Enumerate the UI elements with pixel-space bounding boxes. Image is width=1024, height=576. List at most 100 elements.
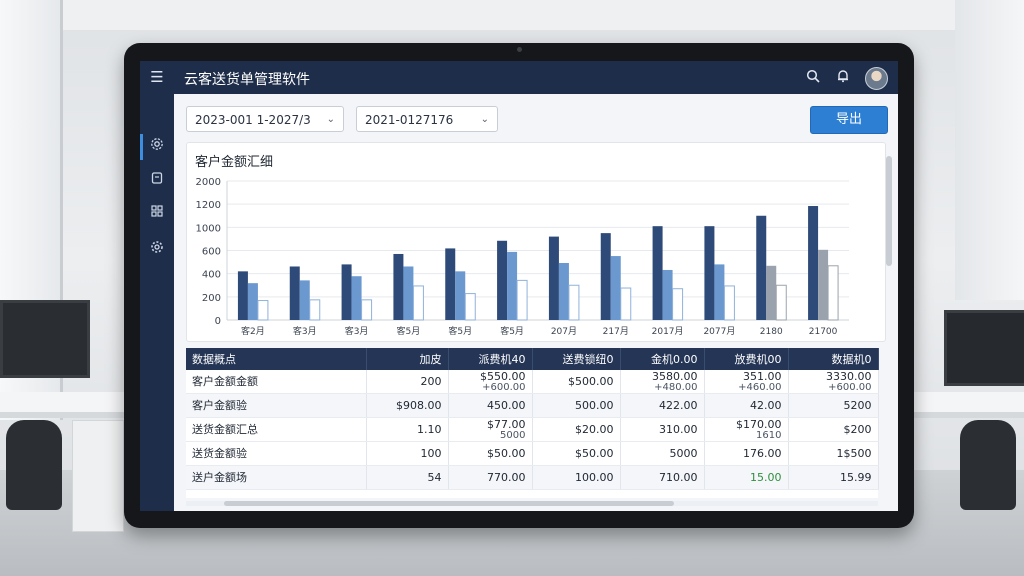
menu-icon[interactable]: ☰ [148,68,166,86]
table-cell: 5200 [788,393,879,418]
horizontal-scrollbar[interactable] [224,501,674,506]
cell-subvalue: +600.00 [828,381,872,393]
bar [497,240,508,320]
y-tick-label: 400 [202,270,221,281]
vertical-scrollbar[interactable] [886,156,892,266]
column-header[interactable]: 送费锁纽0 [532,348,621,370]
table-cell: $200 [788,417,879,442]
table-cell: $500.00 [532,370,621,394]
table-cell: 客户金额金额 [186,370,367,394]
camera-icon [517,47,522,52]
x-tick-label: 2077月 [703,326,735,337]
app-screen: ☰ 云客送货单管理软件 2023-001 1-2027/3 ⌄ 2021-012… [140,61,898,511]
bar [299,280,310,320]
table-cell: 100 [366,441,449,466]
y-tick-label: 1000 [196,223,221,234]
cell-subvalue: +480.00 [654,381,698,393]
grid-icon[interactable] [147,204,167,224]
search-icon[interactable] [804,69,821,86]
x-tick-label: 客3月 [293,325,317,337]
bell-icon[interactable] [834,69,851,86]
data-table: 数据概点 加皮 派费机40 送费锁纽0 金机0.00 放费机00 数据机0 客户… [186,348,879,498]
bar [620,287,632,321]
x-tick-label: 2017月 [652,326,684,337]
table-cell: 54 [366,465,449,490]
x-tick-label: 21700 [809,327,838,337]
table-cell: 3330.00 +600.00 [788,370,879,394]
chevron-down-icon: ⌄ [480,114,489,125]
gear-icon[interactable] [147,240,167,260]
background-desk-left [0,392,130,418]
bar [672,288,684,321]
y-tick-label: 1200 [196,200,221,211]
bar [464,293,476,321]
background-chair-left [6,420,62,510]
bar [237,271,248,320]
bar [257,300,269,321]
table-cell: 送户金额场 [186,465,367,490]
export-button[interactable]: 导出 [810,106,888,134]
background-cabinet [72,420,124,532]
chart-card: 客户金额汇细 2000 1200 1000 600 400 200 0 客2月 客3月 客3月 客5… [186,142,886,342]
table-cell: $20.00 [532,417,621,442]
bar [714,264,725,320]
x-tick-label: 客5月 [500,325,524,337]
table-cell: $908.00 [366,393,449,418]
column-header[interactable]: 派费机40 [448,348,533,370]
x-tick-label: 207月 [551,326,577,337]
end-date-select[interactable]: 2021-0127176 ⌄ [356,106,498,132]
bar [766,265,777,320]
bar [558,263,569,320]
settings-icon[interactable] [140,134,167,160]
table-cell: 15.00 [704,465,789,490]
x-tick-label: 客5月 [397,325,421,337]
cell-subvalue: +460.00 [738,381,782,393]
bar [309,299,321,321]
y-tick-label: 200 [202,293,221,304]
bar [393,253,404,320]
table-cell: 1$500 [788,441,879,466]
table-cell: 15.99 [788,465,879,490]
table-row[interactable]: 送货金额汇总 1.10 $77.00 5000 $20.00 310.00 $17… [186,417,879,442]
table-cell: 200 [366,370,449,394]
y-tick-label: 2000 [196,177,221,188]
bar [568,284,580,321]
bar [412,285,424,321]
chevron-down-icon: ⌄ [326,114,335,125]
column-header[interactable]: 加皮 [366,348,449,370]
bar [445,248,456,320]
cell-subvalue: +600.00 [482,381,526,393]
cell-subvalue: 5000 [500,429,526,441]
bar [808,206,819,320]
document-icon[interactable] [147,171,167,191]
bar [652,226,663,320]
table-row[interactable]: 客户金额验 $908.00 450.00 500.00 422.00 42.00… [186,393,879,418]
bar [756,215,767,320]
table-cell: 500.00 [532,393,621,418]
bar [455,271,466,320]
table-row[interactable]: 送货金额验 100 $50.00 $50.00 5000 176.00 1$50… [186,441,879,466]
cell-value: $170.00 [736,417,782,431]
avatar[interactable] [865,67,888,90]
bar [403,266,414,320]
table-row[interactable]: 客户金额金额 200 $550.00 +600.00 $500.00 3580.0… [186,370,879,394]
table-cell: 3580.00 +480.00 [620,370,705,394]
column-header[interactable]: 数据机0 [788,348,879,370]
table-cell: 422.00 [620,393,705,418]
column-header[interactable]: 金机0.00 [620,348,705,370]
table-cell: $170.00 1610 [704,417,789,442]
background-chair-right [960,420,1016,510]
column-header[interactable]: 放费机00 [704,348,789,370]
start-date-select[interactable]: 2023-001 1-2027/3 ⌄ [186,106,344,132]
table-cell: 送货金额验 [186,441,367,466]
table-cell: 1.10 [366,417,449,442]
x-tick-label: 客5月 [448,325,472,337]
app-header: ☰ 云客送货单管理软件 [140,61,898,94]
table-row[interactable]: 送户金额场 54 770.00 100.00 710.00 15.00 15.9… [186,465,879,490]
table-cell: 送货金额汇总 [186,417,367,442]
bar [818,249,829,320]
column-header[interactable]: 数据概点 [186,348,367,370]
table-cell: 351.00 +460.00 [704,370,789,394]
cell-subvalue: 1610 [756,429,782,441]
bar [775,284,787,321]
